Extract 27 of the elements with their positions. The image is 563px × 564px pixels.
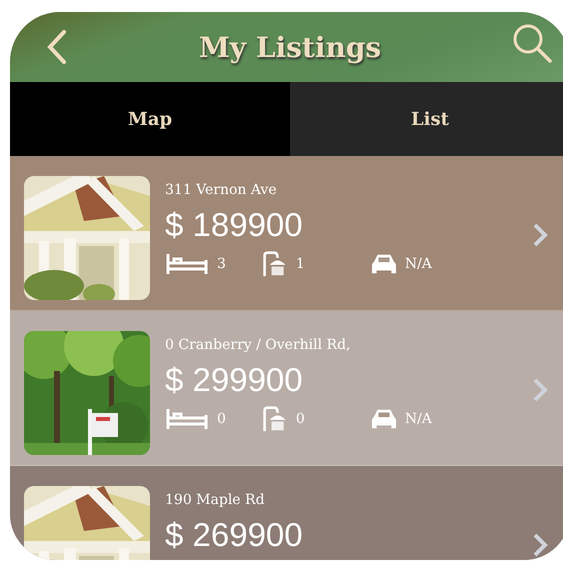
listing-address: 190 Maple Rd	[165, 492, 266, 508]
view-tab[interactable]: Map	[10, 82, 290, 156]
search-icon[interactable]	[512, 23, 552, 63]
listing-row[interactable]: 311 Vernon Ave $ 189900 3 1 N/A	[10, 156, 563, 311]
bed-icon	[165, 407, 209, 431]
bath-count: 1	[296, 256, 305, 272]
listing-price: $ 299900	[165, 361, 304, 399]
shower-icon	[262, 405, 288, 433]
listing-row[interactable]: 0 Cranberry / Overhill Rd, $ 299900 0 0 N/A	[10, 311, 563, 466]
listing-address: 0 Cranberry / Overhill Rd,	[165, 337, 352, 353]
parking-value: N/A	[404, 256, 432, 272]
bed-count: 0	[217, 411, 226, 427]
chevron-icon[interactable]	[532, 532, 548, 558]
shower-icon	[262, 250, 288, 278]
chevron-icon[interactable]	[532, 222, 548, 248]
bed-icon	[165, 252, 209, 276]
listing-price: $ 269900	[165, 516, 303, 554]
car-icon	[370, 252, 397, 276]
bath-count: 0	[296, 411, 305, 427]
bed-count: 3	[217, 256, 226, 272]
page-title: My Listings	[198, 30, 382, 64]
parking-value: N/A	[404, 411, 432, 427]
view-tab[interactable]: List	[290, 82, 563, 156]
back-icon[interactable]	[46, 29, 68, 65]
listing-price: $ 189900	[165, 206, 304, 244]
car-icon	[370, 407, 397, 431]
listing-address: 311 Vernon Ave	[165, 182, 278, 198]
